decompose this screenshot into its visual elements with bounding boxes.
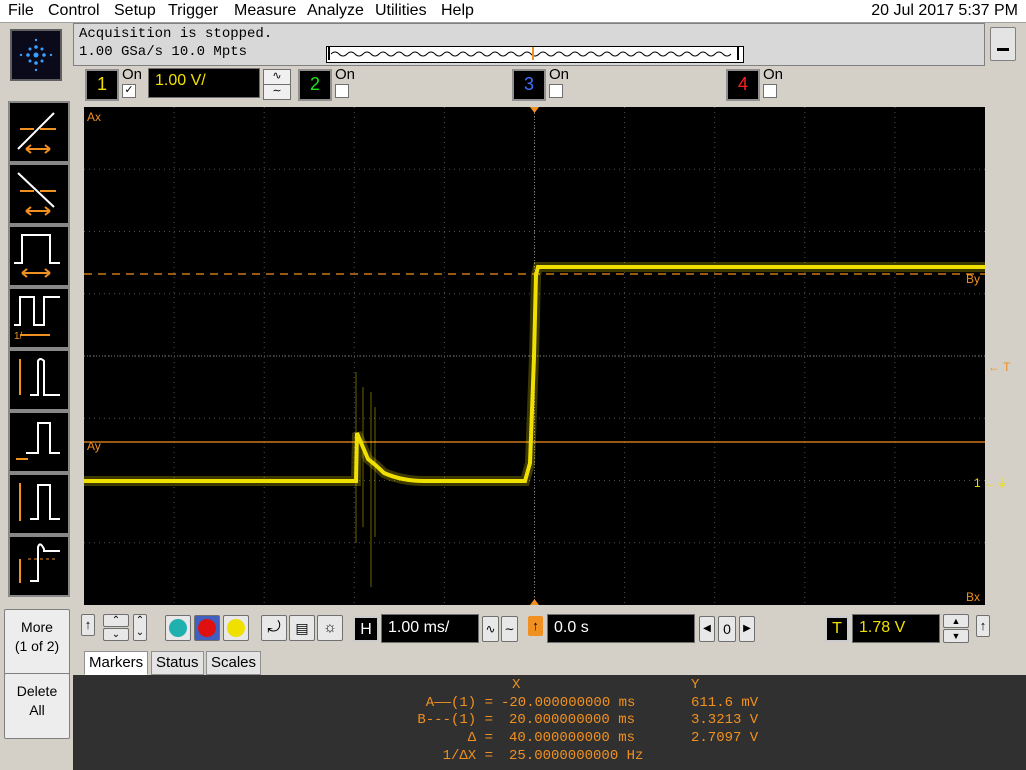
channel-4-checkbox[interactable] (763, 84, 777, 98)
channel-1-on-label: On (122, 66, 143, 83)
ac-coupling-button[interactable]: ∿ (263, 69, 291, 85)
trigger-level-field[interactable]: 1.78 V (852, 614, 940, 643)
channel-1-checkbox[interactable]: ✓ (122, 84, 136, 98)
menu-measure[interactable]: Measure (234, 2, 296, 20)
stop-button[interactable] (194, 615, 220, 641)
channel-2-checkbox[interactable] (335, 84, 349, 98)
acquisition-status-text: Acquisition is stopped. (79, 26, 273, 42)
cursor-up-icon[interactable]: ↑ (81, 614, 95, 636)
base-icon[interactable] (8, 411, 70, 473)
channel-2-button[interactable]: 2 (298, 69, 332, 101)
trigger-level-up-button[interactable]: ▲ (943, 614, 969, 628)
delta-y-value: 2.7097 V (691, 730, 759, 746)
tab-markers[interactable]: Markers (84, 651, 149, 675)
date-time: 20 Jul 2017 5:37 PM (871, 2, 1018, 19)
channel-1-ground-marker: 1 ←⏚ (974, 476, 1009, 490)
menu-help[interactable]: Help (441, 2, 474, 20)
menu-file[interactable]: File (8, 2, 34, 20)
menu-setup[interactable]: Setup (114, 2, 156, 20)
markers-y-header: Y (691, 677, 700, 693)
waveform-display[interactable]: Ax Ay Bx By (84, 107, 985, 605)
control-bar: ↑ ⌃ ⌄ ⌃ ⌄ ⤾ ▤ ☼ H 1.00 ms/ ∿ ∼ ↑ 0.0 s ◀ … (73, 607, 1026, 649)
inverse-delta-label: 1/ΔX = (442, 748, 493, 764)
channel-3-checkbox[interactable] (549, 84, 563, 98)
horizontal-delay-field[interactable]: 0.0 s (547, 614, 695, 643)
marker-b-x-value: 20.000000000 ms (509, 712, 636, 728)
marker-by-label: By (966, 272, 980, 286)
delta-label: Δ = (467, 730, 493, 746)
brightness-icon[interactable]: ☼ (317, 615, 343, 641)
scroll-up-button[interactable]: ⌃ (103, 614, 129, 627)
delete-all-button[interactable]: Delete All (4, 673, 70, 739)
tab-status[interactable]: Status (151, 651, 204, 675)
channel-4-button[interactable]: 4 (726, 69, 760, 101)
trigger-level-marker: ← T (988, 360, 1011, 374)
acquisition-status-panel: Acquisition is stopped. 1.00 GSa/s 10.0 … (73, 23, 985, 66)
marker-b-y-value: 3.3213 V (691, 712, 759, 728)
scroll-down-button[interactable]: ⌄ (103, 628, 129, 641)
fall-time-icon[interactable] (8, 163, 70, 225)
markers-x-header: X (512, 677, 521, 693)
menu-bar: File Control Setup Trigger Measure Analy… (0, 0, 1026, 23)
scale-decrease-button[interactable]: ∿ (482, 616, 499, 642)
more-button[interactable]: More (1 of 2) (4, 609, 70, 675)
measurement-toolbar: 1/ (0, 97, 73, 607)
menu-trigger[interactable]: Trigger (168, 2, 218, 20)
menu-analyze[interactable]: Analyze (307, 2, 364, 20)
dc-coupling-button[interactable]: ∼ (263, 84, 291, 100)
trigger-slope-icon[interactable]: ↑ (976, 615, 990, 637)
marker-ay-label: Ay (87, 439, 101, 453)
marker-ax-label: Ax (87, 110, 101, 124)
trigger-button[interactable]: T (825, 616, 849, 642)
minimize-button[interactable] (990, 27, 1016, 61)
amplitude-icon[interactable] (8, 349, 70, 411)
inverse-delta-x-value: 25.0000000000 Hz (509, 748, 644, 764)
trigger-position-top-marker (530, 107, 539, 113)
menu-utilities[interactable]: Utilities (375, 2, 427, 20)
waveform-svg: Ax Ay Bx By (84, 107, 985, 605)
single-button[interactable] (223, 615, 249, 641)
marker-b-label: B---(1) = (417, 712, 493, 728)
memory-overview-bar[interactable] (326, 46, 744, 63)
trigger-position-bottom-marker (530, 599, 539, 605)
trigger-level-down-button[interactable]: ▼ (943, 629, 969, 643)
sample-rate-text: 1.00 GSa/s 10.0 Mpts (79, 44, 248, 60)
horizontal-button[interactable]: H (353, 616, 379, 642)
svg-text:1/: 1/ (14, 331, 23, 342)
autoscale-icon[interactable]: ⤾ (261, 615, 287, 641)
marker-a-x-value: -20.000000000 ms (501, 695, 636, 711)
overshoot-icon[interactable] (8, 535, 70, 597)
tab-scales[interactable]: Scales (206, 651, 262, 675)
menu-control[interactable]: Control (48, 2, 100, 20)
delta-x-value: 40.000000000 ms (509, 730, 636, 746)
delay-right-button[interactable]: ▶ (739, 616, 755, 642)
channel-2-on-label: On (335, 66, 356, 83)
scale-increase-button[interactable]: ∼ (501, 616, 518, 642)
marker-a-y-value: 611.6 mV (691, 695, 759, 711)
channel-1-button[interactable]: 1 (85, 69, 119, 101)
pulse-width-icon[interactable] (8, 225, 70, 287)
delay-left-button[interactable]: ◀ (699, 616, 715, 642)
delay-marker-icon[interactable]: ↑ (528, 616, 543, 636)
rise-time-icon[interactable] (8, 101, 70, 163)
channel-4-on-label: On (763, 66, 784, 83)
clear-display-icon[interactable]: ▤ (289, 615, 315, 641)
top-icon[interactable] (8, 473, 70, 535)
channel-1-scale-field[interactable]: 1.00 V/ (148, 68, 260, 98)
markers-readout-panel: X Y A——(1) = -20.000000000 ms 611.6 mV B… (73, 675, 1026, 770)
channel-3-button[interactable]: 3 (512, 69, 546, 101)
period-icon[interactable]: 1/ (8, 287, 70, 349)
marker-bx-label: Bx (966, 590, 980, 604)
marker-a-label: A——(1) = (425, 695, 493, 711)
tab-bar: Markers Status Scales (84, 651, 484, 675)
delay-zero-button[interactable]: 0 (718, 616, 736, 642)
horizontal-scale-field[interactable]: 1.00 ms/ (381, 614, 479, 643)
run-button[interactable] (165, 615, 191, 641)
agilent-logo-icon (10, 29, 62, 81)
scroll-pair-button[interactable]: ⌃ ⌄ (133, 614, 147, 641)
channel-3-on-label: On (549, 66, 570, 83)
